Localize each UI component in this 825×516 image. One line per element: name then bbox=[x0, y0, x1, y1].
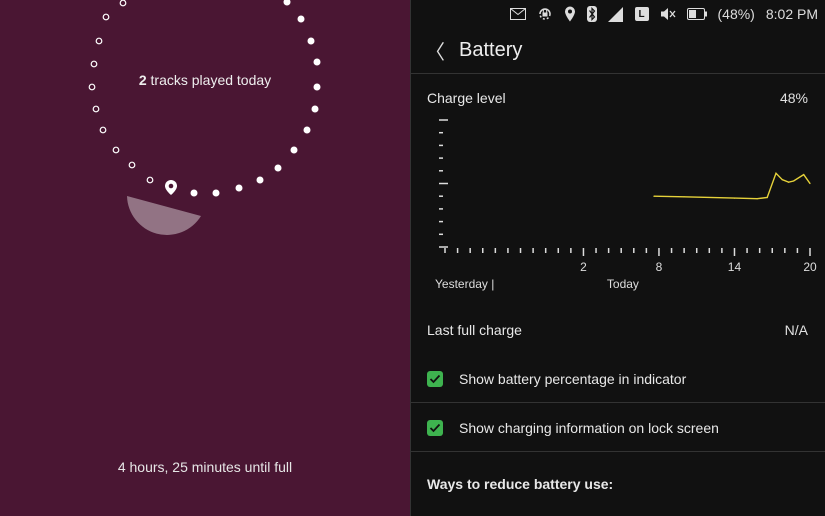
progress-dot bbox=[128, 161, 136, 169]
charge-level-label: Charge level bbox=[427, 90, 506, 106]
back-button[interactable]: 〈 bbox=[411, 28, 459, 74]
day-labels: Yesterday | Today bbox=[435, 277, 639, 291]
progress-dot bbox=[146, 176, 154, 184]
chart-point bbox=[788, 181, 790, 183]
mail-icon bbox=[509, 8, 526, 20]
progress-dot bbox=[290, 146, 298, 154]
x-axis-tick-label: 2 bbox=[580, 260, 587, 274]
chart-point bbox=[766, 196, 768, 199]
ways-to-reduce-heading: Ways to reduce battery use: bbox=[427, 476, 614, 492]
x-axis-tick-label: 8 bbox=[656, 260, 663, 274]
last-full-charge-label: Last full charge bbox=[427, 322, 522, 338]
progress-dot bbox=[313, 58, 321, 66]
chart-point bbox=[803, 174, 805, 176]
x-axis-tick-labels: 2 8 14 20 bbox=[580, 260, 817, 274]
chart-point bbox=[793, 180, 795, 182]
day-label: Today bbox=[607, 277, 639, 291]
progress-dot bbox=[283, 0, 291, 6]
charge-history-chart: 2 8 14 20 Yesterday | Today bbox=[435, 119, 817, 291]
back-chevron-icon: 〈 bbox=[425, 42, 445, 64]
y-axis-ticks bbox=[439, 119, 448, 248]
x-axis-tick-label: 20 bbox=[803, 260, 817, 274]
chart-point bbox=[733, 197, 736, 199]
tracks-played-text: 2 tracks played today bbox=[0, 72, 410, 88]
check-icon bbox=[429, 423, 441, 432]
progress-dot bbox=[307, 37, 315, 45]
progress-dot bbox=[99, 126, 107, 134]
show-percentage-checkbox[interactable] bbox=[427, 370, 443, 387]
language-label: L bbox=[634, 7, 649, 21]
show-percentage-label: Show battery percentage in indicator bbox=[459, 370, 687, 387]
charge-time-text: 4 hours, 25 minutes until full bbox=[117, 459, 293, 475]
progress-dot bbox=[256, 176, 264, 184]
infographic-segment bbox=[127, 196, 201, 235]
last-full-charge-value: N/A bbox=[784, 322, 808, 338]
clock: 8:02 PM bbox=[765, 6, 818, 22]
chart-point bbox=[653, 195, 655, 197]
map-pin-icon bbox=[165, 180, 177, 195]
muted-volume-icon bbox=[660, 7, 676, 21]
battery-percentage: (48%) bbox=[717, 6, 755, 22]
x-axis-ticks bbox=[444, 248, 811, 256]
show-charging-info-option[interactable]: Show charging information on lock screen bbox=[411, 404, 825, 452]
lock-screen: 2 tracks played today 4 hours, 25 minute… bbox=[0, 0, 410, 516]
chart-point bbox=[683, 196, 685, 198]
progress-dot bbox=[92, 105, 100, 113]
chart-point bbox=[756, 198, 758, 200]
progress-dot bbox=[212, 189, 220, 197]
charge-level-value: 48% bbox=[779, 90, 808, 106]
page-title: Battery bbox=[459, 39, 523, 61]
check-icon bbox=[429, 374, 441, 383]
chart-point bbox=[775, 172, 777, 174]
tracks-count: 2 bbox=[138, 72, 147, 88]
charge-level-line bbox=[653, 172, 811, 200]
infographic-dots bbox=[88, 0, 321, 197]
day-label: Yesterday | bbox=[435, 277, 494, 291]
show-charging-info-checkbox[interactable] bbox=[427, 419, 443, 436]
location-icon bbox=[564, 6, 576, 22]
progress-dot bbox=[297, 15, 305, 23]
charge-level-row: Charge level 48% bbox=[411, 86, 825, 110]
language-indicator: L bbox=[634, 7, 649, 21]
rotation-lock-icon bbox=[537, 6, 553, 22]
charge-level-points bbox=[653, 172, 811, 200]
battery-icon bbox=[686, 8, 707, 20]
progress-dot bbox=[102, 13, 110, 21]
chart-point bbox=[781, 179, 783, 181]
x-axis-tick-label: 14 bbox=[728, 260, 742, 274]
progress-dot bbox=[112, 146, 120, 154]
chart-point bbox=[809, 182, 811, 185]
battery-settings-panel: L (48%) 8:02 PM 〈 Battery Charge level 4… bbox=[410, 0, 825, 516]
progress-dot bbox=[95, 37, 103, 45]
progress-dot bbox=[303, 126, 311, 134]
bluetooth-icon bbox=[586, 6, 597, 22]
show-percentage-option[interactable]: Show battery percentage in indicator bbox=[411, 355, 825, 403]
signal-icon bbox=[607, 6, 624, 22]
page-header: 〈 Battery bbox=[411, 28, 825, 74]
show-charging-info-label: Show charging information on lock screen bbox=[459, 419, 719, 436]
progress-dot bbox=[274, 164, 282, 172]
tracks-label: tracks played today bbox=[146, 72, 272, 88]
progress-dot bbox=[190, 189, 198, 197]
progress-dot bbox=[119, 0, 127, 7]
last-full-charge-row: Last full charge N/A bbox=[411, 318, 825, 342]
progress-dot bbox=[235, 184, 243, 192]
progress-dot bbox=[311, 105, 319, 113]
progress-dot bbox=[90, 60, 98, 68]
status-bar[interactable]: L (48%) 8:02 PM bbox=[411, 0, 825, 28]
